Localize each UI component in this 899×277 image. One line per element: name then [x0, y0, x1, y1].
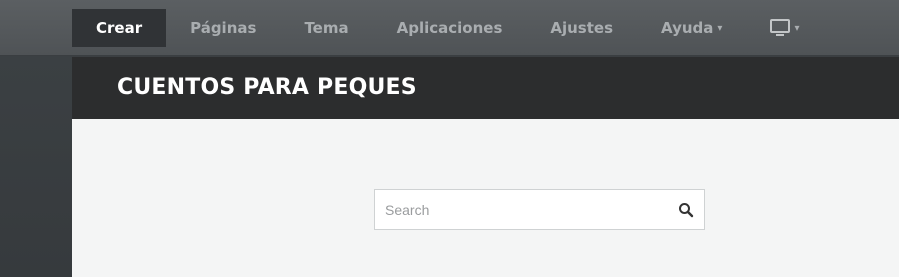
nav-aplicaciones-label: Aplicaciones — [396, 19, 503, 37]
site-header: CUENTOS PARA PEQUES — [72, 57, 899, 119]
page-content — [72, 119, 899, 277]
editor-root: Crear Páginas Tema Aplicaciones Ajustes … — [0, 0, 899, 277]
nav-ayuda[interactable]: Ayuda ▾ — [637, 9, 746, 47]
nav-paginas-label: Páginas — [190, 19, 257, 37]
nav-ayuda-label: Ayuda — [661, 19, 714, 37]
nav-ajustes-label: Ajustes — [550, 19, 614, 37]
search-icon[interactable] — [678, 202, 694, 218]
search-input[interactable] — [375, 190, 665, 229]
nav-crear[interactable]: Crear — [72, 9, 167, 47]
device-preview-toggle[interactable]: ▾ — [746, 9, 817, 47]
nav-crear-label: Crear — [96, 19, 143, 37]
chevron-down-icon: ▾ — [794, 22, 800, 34]
monitor-icon — [770, 19, 791, 37]
main-nav: Crear Páginas Tema Aplicaciones Ajustes … — [72, 9, 817, 47]
nav-paginas[interactable]: Páginas — [166, 9, 280, 47]
nav-aplicaciones[interactable]: Aplicaciones — [373, 9, 527, 47]
nav-ajustes[interactable]: Ajustes — [526, 9, 637, 47]
search-box — [374, 189, 705, 230]
nav-tema-label: Tema — [304, 19, 349, 37]
nav-tema[interactable]: Tema — [280, 9, 372, 47]
site-title[interactable]: CUENTOS PARA PEQUES — [117, 75, 417, 100]
chevron-down-icon: ▾ — [717, 22, 723, 34]
editor-topbar: Crear Páginas Tema Aplicaciones Ajustes … — [0, 0, 899, 56]
